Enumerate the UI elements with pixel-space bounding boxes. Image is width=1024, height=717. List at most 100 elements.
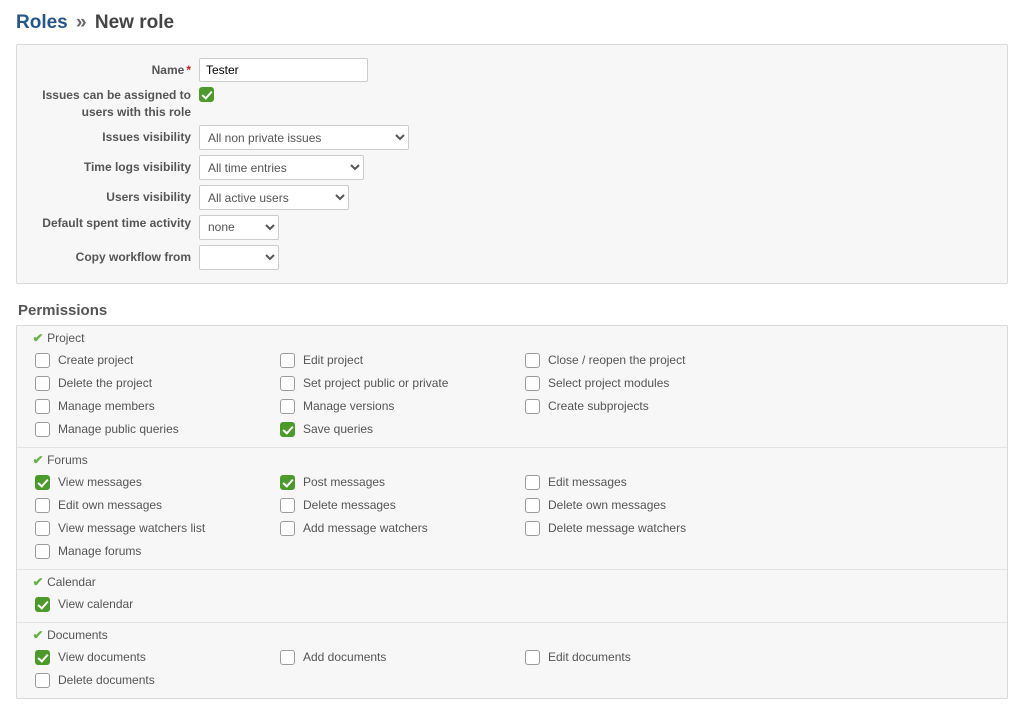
permission-item[interactable]: Delete own messages — [525, 498, 770, 513]
default-activity-select[interactable]: none — [199, 215, 279, 240]
permission-grid: Create projectEdit projectClose / reopen… — [17, 347, 1007, 441]
breadcrumb-root[interactable]: Roles — [16, 12, 68, 33]
permission-checkbox[interactable] — [525, 650, 540, 665]
permission-item[interactable]: Create project — [35, 353, 280, 368]
time-visibility-select[interactable]: All time entries — [199, 155, 364, 180]
permission-item[interactable]: View documents — [35, 650, 280, 665]
permission-checkbox[interactable] — [35, 544, 50, 559]
permission-group-name: Forums — [47, 453, 88, 467]
check-icon: ✔ — [32, 453, 43, 467]
permission-group-name: Project — [47, 331, 84, 345]
permission-item[interactable]: Add message watchers — [280, 521, 525, 536]
permission-label: View documents — [58, 650, 146, 664]
permission-checkbox[interactable] — [525, 399, 540, 414]
permission-group-header[interactable]: ✔ Project — [17, 326, 1007, 347]
permission-group-name: Calendar — [47, 575, 96, 589]
copy-workflow-select[interactable] — [199, 245, 279, 270]
permission-item[interactable]: Create subprojects — [525, 399, 770, 414]
permission-label: Delete own messages — [548, 498, 666, 512]
name-input[interactable] — [199, 58, 368, 82]
permission-checkbox[interactable] — [525, 498, 540, 513]
users-visibility-select[interactable]: All active users — [199, 185, 349, 210]
permission-item[interactable]: Post messages — [280, 475, 525, 490]
permission-label: Edit documents — [548, 650, 631, 664]
permission-checkbox[interactable] — [35, 422, 50, 437]
check-icon: ✔ — [32, 575, 43, 589]
permission-label: Edit own messages — [58, 498, 162, 512]
permission-checkbox[interactable] — [280, 353, 295, 368]
copy-workflow-label: Copy workflow from — [29, 249, 199, 266]
permission-checkbox[interactable] — [280, 399, 295, 414]
permission-item[interactable]: View message watchers list — [35, 521, 280, 536]
permission-checkbox[interactable] — [35, 498, 50, 513]
permission-grid: View documents Add documents Edit document… — [17, 644, 1007, 692]
permission-group-header[interactable]: ✔ Forums — [17, 448, 1007, 469]
permission-group-header[interactable]: ✔ Calendar — [17, 570, 1007, 591]
permission-item[interactable]: Delete messages — [280, 498, 525, 513]
permission-label: View messages — [58, 475, 142, 489]
permission-checkbox[interactable] — [280, 422, 295, 437]
permission-checkbox[interactable] — [525, 475, 540, 490]
permission-label: Create subprojects — [548, 399, 649, 413]
permission-group: ✔ Calendar View calendar — [17, 569, 1007, 622]
permission-group: ✔ Project Create projectEdit projectClose … — [17, 326, 1007, 447]
check-icon: ✔ — [32, 628, 43, 642]
permission-label: Manage members — [58, 399, 155, 413]
permission-checkbox[interactable] — [280, 650, 295, 665]
permission-item[interactable]: Edit documents — [525, 650, 770, 665]
permission-label: View calendar — [58, 597, 133, 611]
permission-item[interactable]: Delete message watchers — [525, 521, 770, 536]
permission-checkbox[interactable] — [280, 376, 295, 391]
permission-label: Save queries — [303, 422, 373, 436]
permissions-heading: Permissions — [18, 302, 1008, 319]
assignable-checkbox[interactable] — [199, 87, 214, 102]
permission-label: Select project modules — [548, 376, 669, 390]
permission-group-name: Documents — [47, 628, 108, 642]
permission-checkbox[interactable] — [35, 399, 50, 414]
assignable-label: Issues can be assigned to users with thi… — [29, 87, 199, 121]
permission-item[interactable]: Select project modules — [525, 376, 770, 391]
permission-checkbox[interactable] — [35, 597, 50, 612]
permission-item[interactable]: Edit project — [280, 353, 525, 368]
users-visibility-label: Users visibility — [29, 189, 199, 206]
permission-checkbox[interactable] — [35, 376, 50, 391]
permission-group-header[interactable]: ✔ Documents — [17, 623, 1007, 644]
permission-checkbox[interactable] — [525, 521, 540, 536]
permission-label: Delete messages — [303, 498, 396, 512]
issues-visibility-label: Issues visibility — [29, 129, 199, 146]
permission-checkbox[interactable] — [525, 353, 540, 368]
breadcrumb-sep: » — [73, 12, 90, 33]
permission-item[interactable]: Delete the project — [35, 376, 280, 391]
permission-label: Delete the project — [58, 376, 152, 390]
permission-label: Delete message watchers — [548, 521, 686, 535]
permission-item[interactable]: Set project public or private — [280, 376, 525, 391]
permission-checkbox[interactable] — [280, 521, 295, 536]
permission-checkbox[interactable] — [35, 521, 50, 536]
permission-item[interactable]: Manage forums — [35, 544, 280, 559]
permission-item[interactable]: Edit own messages — [35, 498, 280, 513]
permission-item[interactable]: Edit messages — [525, 475, 770, 490]
permission-checkbox[interactable] — [35, 353, 50, 368]
permission-grid: View calendar — [17, 591, 1007, 616]
permission-item[interactable]: Save queries — [280, 422, 525, 437]
permission-checkbox[interactable] — [525, 376, 540, 391]
permission-item[interactable]: View calendar — [35, 597, 280, 612]
permission-label: Delete documents — [58, 673, 155, 687]
permission-checkbox[interactable] — [280, 475, 295, 490]
permission-checkbox[interactable] — [35, 673, 50, 688]
permission-item[interactable]: Manage members — [35, 399, 280, 414]
permission-item[interactable]: Delete documents — [35, 673, 280, 688]
permission-checkbox[interactable] — [35, 475, 50, 490]
role-settings-box: Name* Issues can be assigned to users wi… — [16, 44, 1008, 284]
name-label: Name* — [29, 62, 199, 79]
permission-item[interactable]: Manage public queries — [35, 422, 280, 437]
issues-visibility-select[interactable]: All non private issues — [199, 125, 409, 150]
permission-checkbox[interactable] — [35, 650, 50, 665]
permission-item[interactable]: Close / reopen the project — [525, 353, 770, 368]
breadcrumb-current: New role — [95, 12, 174, 33]
check-icon: ✔ — [32, 331, 43, 345]
permission-checkbox[interactable] — [280, 498, 295, 513]
permission-item[interactable]: Manage versions — [280, 399, 525, 414]
permission-item[interactable]: View messages — [35, 475, 280, 490]
permission-item[interactable]: Add documents — [280, 650, 525, 665]
